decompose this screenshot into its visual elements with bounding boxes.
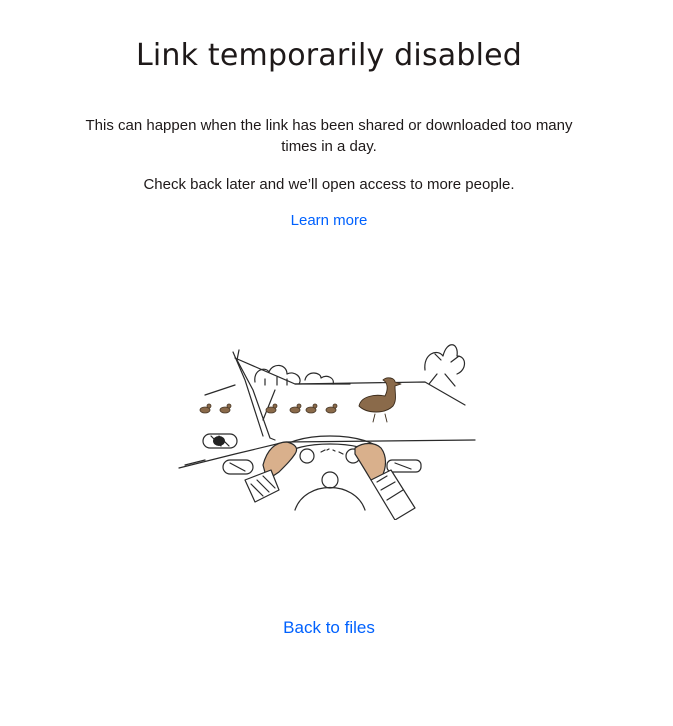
explanation-line-1: This can happen when the link has been s… [85,117,573,134]
explanation-text: This can happen when the link has been s… [0,115,658,157]
right-vent [386,459,422,473]
a-pillar [236,349,276,441]
left-lower-vent [222,459,254,475]
driver-ducks-illustration [178,344,476,520]
gauge-cluster [299,448,361,464]
link-disabled-page: Link temporarily disabled This can happe… [0,0,673,726]
left-hand [244,441,298,503]
explanation-line-2: times in a day. [281,138,377,155]
left-vent [202,433,238,449]
mother-duck [358,377,402,423]
learn-more-link[interactable]: Learn more [0,212,658,229]
page-title: Link temporarily disabled [135,38,523,73]
check-back-text: Check back later and we’ll open access t… [143,176,515,193]
back-to-files-link[interactable]: Back to files [0,618,658,638]
